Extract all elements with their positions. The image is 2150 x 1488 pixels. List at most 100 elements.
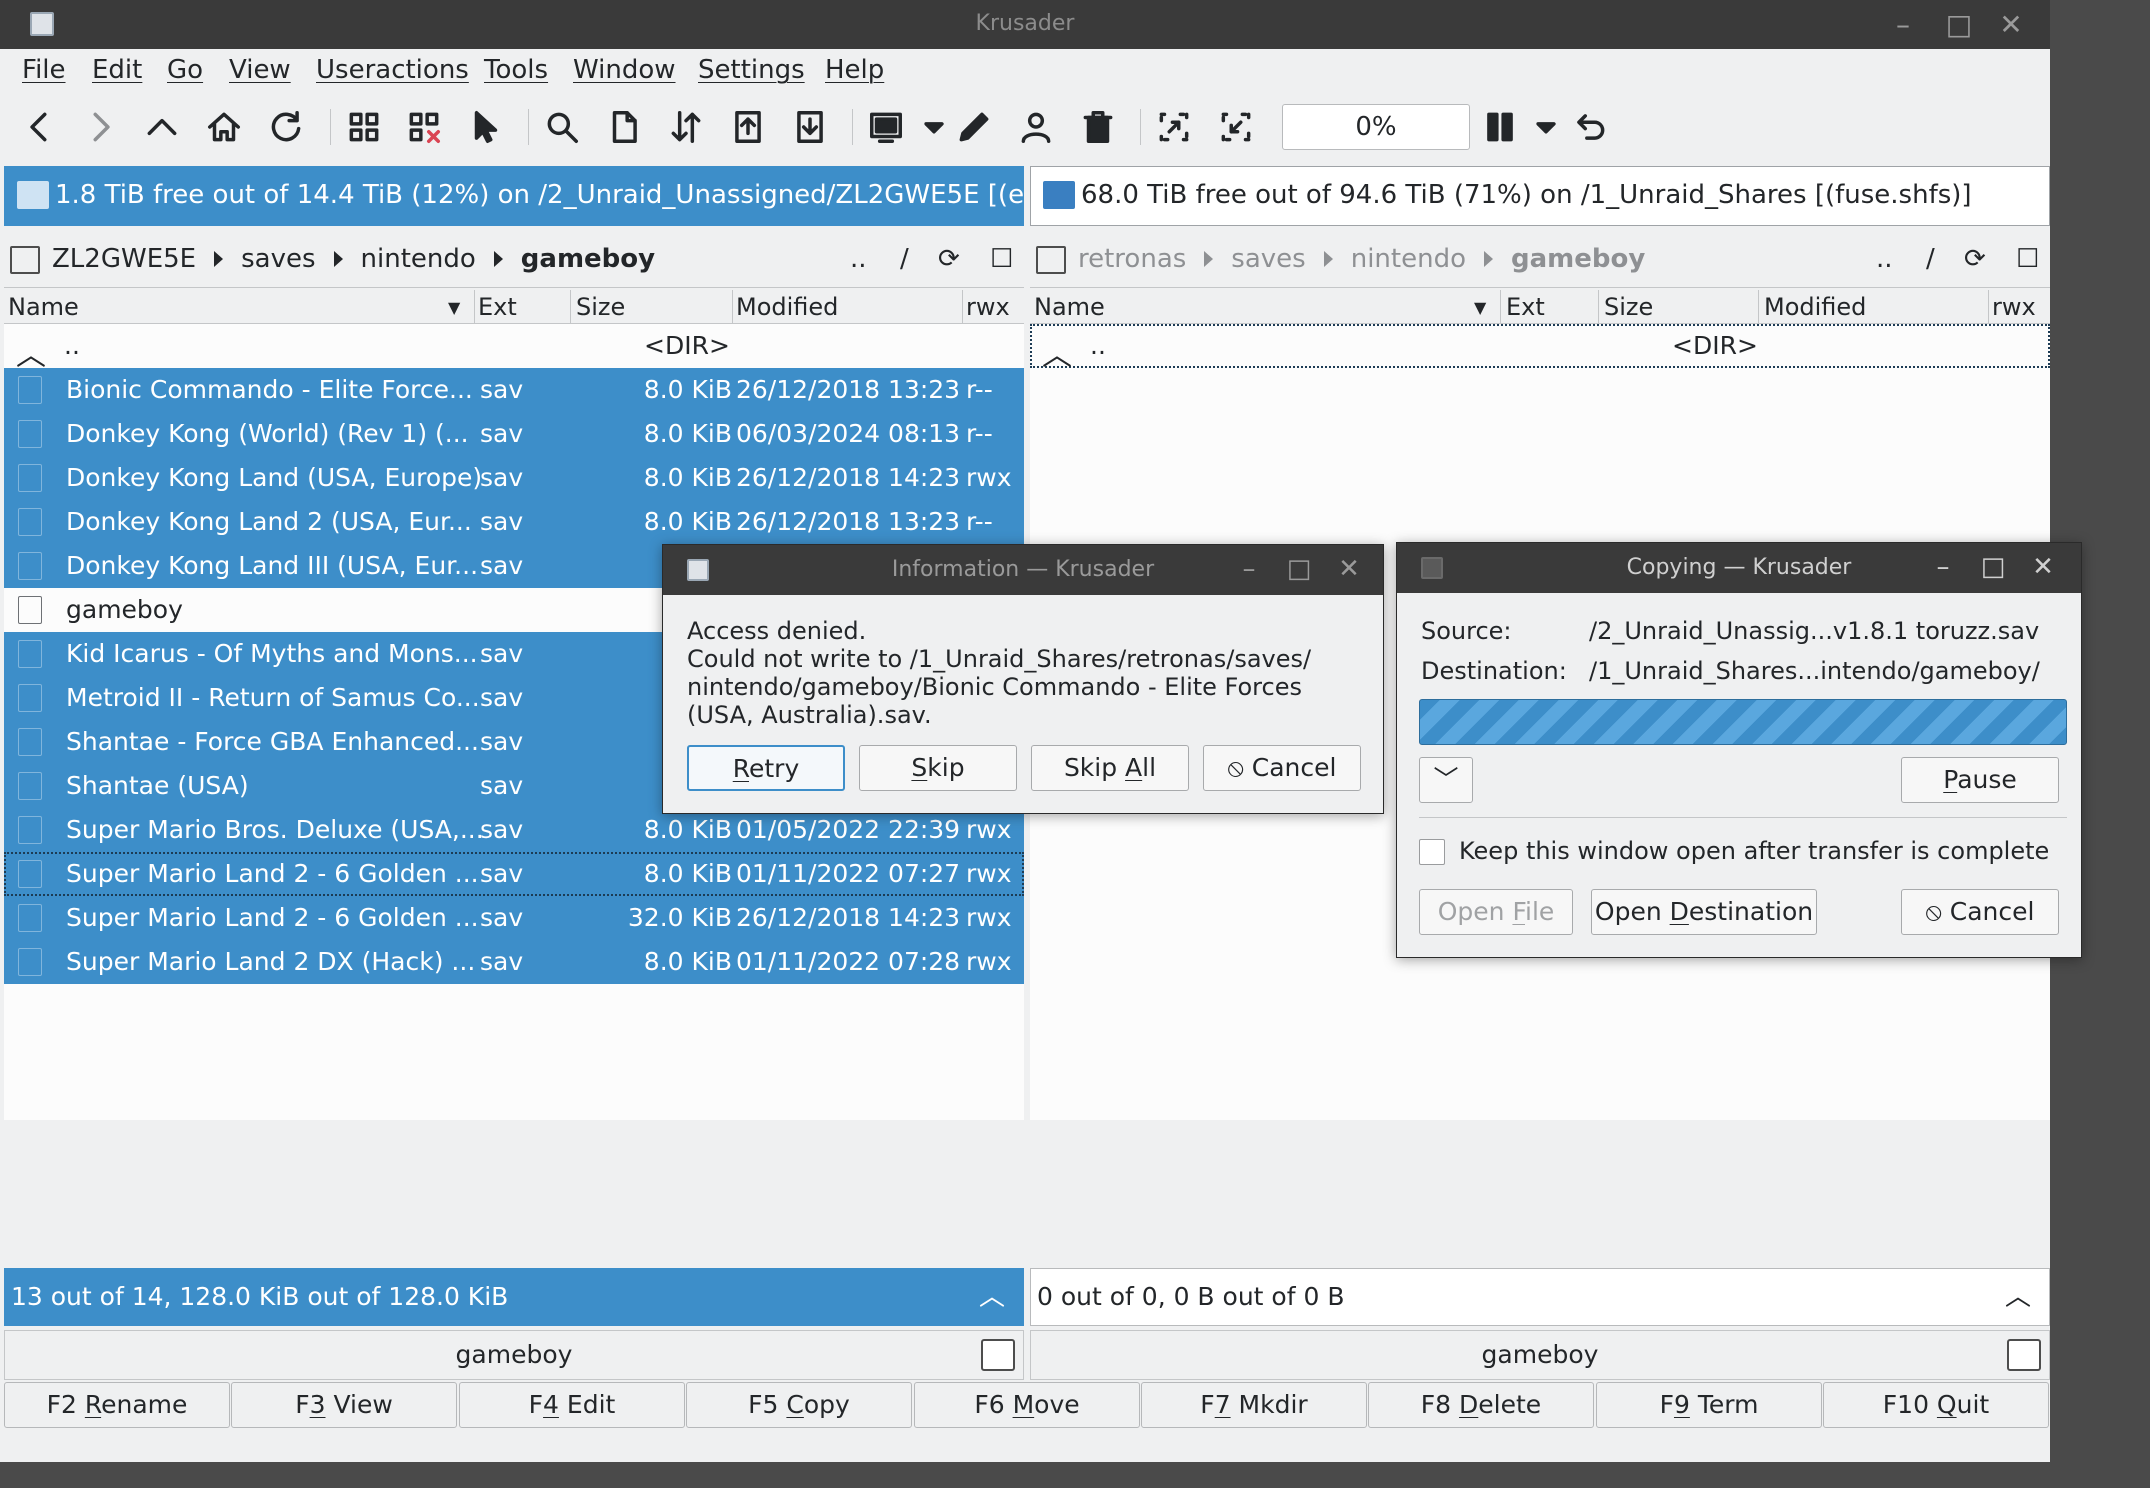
menu-go[interactable]: Go: [167, 55, 203, 85]
open-file-button[interactable]: Open File: [1419, 889, 1573, 935]
copy-cancel-button[interactable]: ⦸ Cancel: [1901, 889, 2059, 935]
keep-open-checkbox[interactable]: [1419, 839, 1445, 865]
user-icon[interactable]: [1014, 105, 1058, 149]
trash-icon[interactable]: [1076, 105, 1120, 149]
pen-icon[interactable]: [952, 105, 996, 149]
fkey-button-3[interactable]: F4 Edit: [459, 1382, 685, 1428]
file-row[interactable]: Donkey Kong Land (USA, Europe) sav 8.0 KiB…: [4, 456, 1024, 500]
compare-view-icon[interactable]: [864, 105, 908, 149]
col-modified[interactable]: Modified: [1764, 293, 1866, 321]
menu-settings[interactable]: Settings: [698, 55, 805, 85]
maximize-icon[interactable]: □: [1942, 8, 1976, 42]
right-current-folder[interactable]: gameboy: [1030, 1330, 2050, 1380]
chevron-up-icon[interactable]: ︿: [979, 1269, 1005, 1325]
location-icon[interactable]: [10, 246, 40, 274]
menu-file[interactable]: File: [22, 55, 66, 85]
go-up-button[interactable]: ..: [850, 244, 867, 274]
col-name[interactable]: Name: [1034, 293, 1105, 321]
crumb-zl2gwe5e[interactable]: ZL2GWE5E: [52, 244, 196, 274]
up-icon[interactable]: [140, 105, 184, 149]
chevron-down-icon[interactable]: [912, 105, 956, 149]
undo-icon[interactable]: [1568, 105, 1612, 149]
minimize-icon[interactable]: –: [1233, 553, 1265, 585]
bookmark-icon[interactable]: ☐: [2016, 244, 2039, 274]
fkey-button-1[interactable]: F2 Rename: [4, 1382, 230, 1428]
retry-button[interactable]: Retry: [687, 745, 845, 791]
refresh-icon[interactable]: [264, 105, 308, 149]
unselect-all-icon[interactable]: [402, 105, 446, 149]
right-disk-info[interactable]: 68.0 TiB free out of 94.6 TiB (71%) on /…: [1030, 166, 2050, 226]
crumb-saves[interactable]: saves: [241, 244, 315, 274]
pause-icon[interactable]: [1478, 105, 1522, 149]
new-file-icon[interactable]: [602, 105, 646, 149]
minimize-icon[interactable]: –: [1886, 8, 1920, 42]
right-status-bar[interactable]: 0 out of 0, 0 B out of 0 B ︿: [1030, 1268, 2050, 1326]
fkey-button-7[interactable]: F8 Delete: [1368, 1382, 1594, 1428]
file-row[interactable]: Donkey Kong Land 2 (USA, Eur... sav 8.0 Ki…: [4, 500, 1024, 544]
skip-button[interactable]: Skip: [859, 745, 1017, 791]
crumb-gameboy[interactable]: gameboy: [1511, 244, 1645, 274]
forward-icon[interactable]: [78, 105, 122, 149]
close-icon[interactable]: ✕: [2027, 551, 2059, 583]
back-icon[interactable]: [18, 105, 62, 149]
col-modified[interactable]: Modified: [736, 293, 838, 321]
left-status-bar[interactable]: 13 out of 14, 128.0 KiB out of 128.0 KiB…: [4, 1268, 1024, 1326]
bookmark-icon[interactable]: ☐: [990, 244, 1013, 274]
crumb-gameboy[interactable]: gameboy: [521, 244, 655, 274]
pause-button[interactable]: Pause: [1901, 757, 2059, 803]
crumb-nintendo[interactable]: nintendo: [1351, 244, 1466, 274]
crumb-retronas[interactable]: retronas: [1078, 244, 1186, 274]
go-root-button[interactable]: /: [900, 244, 909, 274]
cancel-button[interactable]: ⦸ Cancel: [1203, 745, 1361, 791]
menu-tools[interactable]: Tools: [484, 55, 548, 85]
collapse-icon[interactable]: [1214, 105, 1258, 149]
left-disk-info[interactable]: 1.8 TiB free out of 14.4 TiB (12%) on /2…: [4, 166, 1024, 226]
chevron-up-icon[interactable]: ︿: [2005, 1269, 2031, 1325]
menu-view[interactable]: View: [229, 55, 291, 85]
skip-all-button[interactable]: Skip All: [1031, 745, 1189, 791]
file-row[interactable]: Donkey Kong (World) (Rev 1) (... sav 8.0 K…: [4, 412, 1024, 456]
col-rwx[interactable]: rwx: [966, 293, 1010, 321]
fkey-button-4[interactable]: F5 Copy: [686, 1382, 912, 1428]
menu-useractions[interactable]: Useractions: [316, 55, 469, 85]
fkey-button-9[interactable]: F10 Quit: [1823, 1382, 2049, 1428]
close-icon[interactable]: ✕: [1333, 553, 1365, 585]
details-toggle-button[interactable]: ﹀: [1419, 757, 1473, 803]
go-up-button[interactable]: ..: [1876, 244, 1893, 274]
search-icon[interactable]: [540, 105, 584, 149]
updir-row[interactable]: ︿ .. <DIR>: [4, 324, 1024, 373]
keep-open-label[interactable]: Keep this window open after transfer is …: [1459, 837, 2049, 865]
chevron-down-icon[interactable]: [1524, 105, 1568, 149]
home-icon[interactable]: [202, 105, 246, 149]
crumb-nintendo[interactable]: nintendo: [361, 244, 476, 274]
terminal-icon[interactable]: [2007, 1339, 2041, 1371]
select-pointer-icon[interactable]: [464, 105, 508, 149]
menu-window[interactable]: Window: [573, 55, 676, 85]
maximize-icon[interactable]: □: [1283, 553, 1315, 585]
col-rwx[interactable]: rwx: [1992, 293, 2036, 321]
left-current-folder[interactable]: gameboy: [4, 1330, 1024, 1380]
fkey-button-8[interactable]: F9 Term: [1596, 1382, 1822, 1428]
file-row[interactable]: Super Mario Bros. Deluxe (USA,... sav 8.0 …: [4, 808, 1024, 852]
expand-icon[interactable]: [1152, 105, 1196, 149]
fkey-button-6[interactable]: F7 Mkdir: [1141, 1382, 1367, 1428]
file-row[interactable]: Super Mario Land 2 DX (Hack) ... sav 8.0 K…: [4, 940, 1024, 984]
crumb-saves[interactable]: saves: [1231, 244, 1305, 274]
go-root-button[interactable]: /: [1926, 244, 1935, 274]
open-destination-button[interactable]: Open Destination: [1591, 889, 1817, 935]
swap-panels-icon[interactable]: [664, 105, 708, 149]
col-name[interactable]: Name: [8, 293, 79, 321]
location-icon[interactable]: [1036, 246, 1066, 274]
col-ext[interactable]: Ext: [478, 293, 517, 321]
col-ext[interactable]: Ext: [1506, 293, 1545, 321]
pack-icon[interactable]: [726, 105, 770, 149]
file-row[interactable]: Super Mario Land 2 - 6 Golden ... sav 8.0 …: [4, 852, 1024, 896]
select-all-icon[interactable]: [342, 105, 386, 149]
file-row[interactable]: Bionic Commando - Elite Force... sav 8.0 K…: [4, 368, 1024, 412]
unpack-icon[interactable]: [788, 105, 832, 149]
maximize-icon[interactable]: □: [1977, 551, 2009, 583]
col-size[interactable]: Size: [1604, 293, 1653, 321]
menu-help[interactable]: Help: [825, 55, 884, 85]
col-size[interactable]: Size: [576, 293, 625, 321]
history-icon[interactable]: ⟳: [938, 244, 960, 274]
